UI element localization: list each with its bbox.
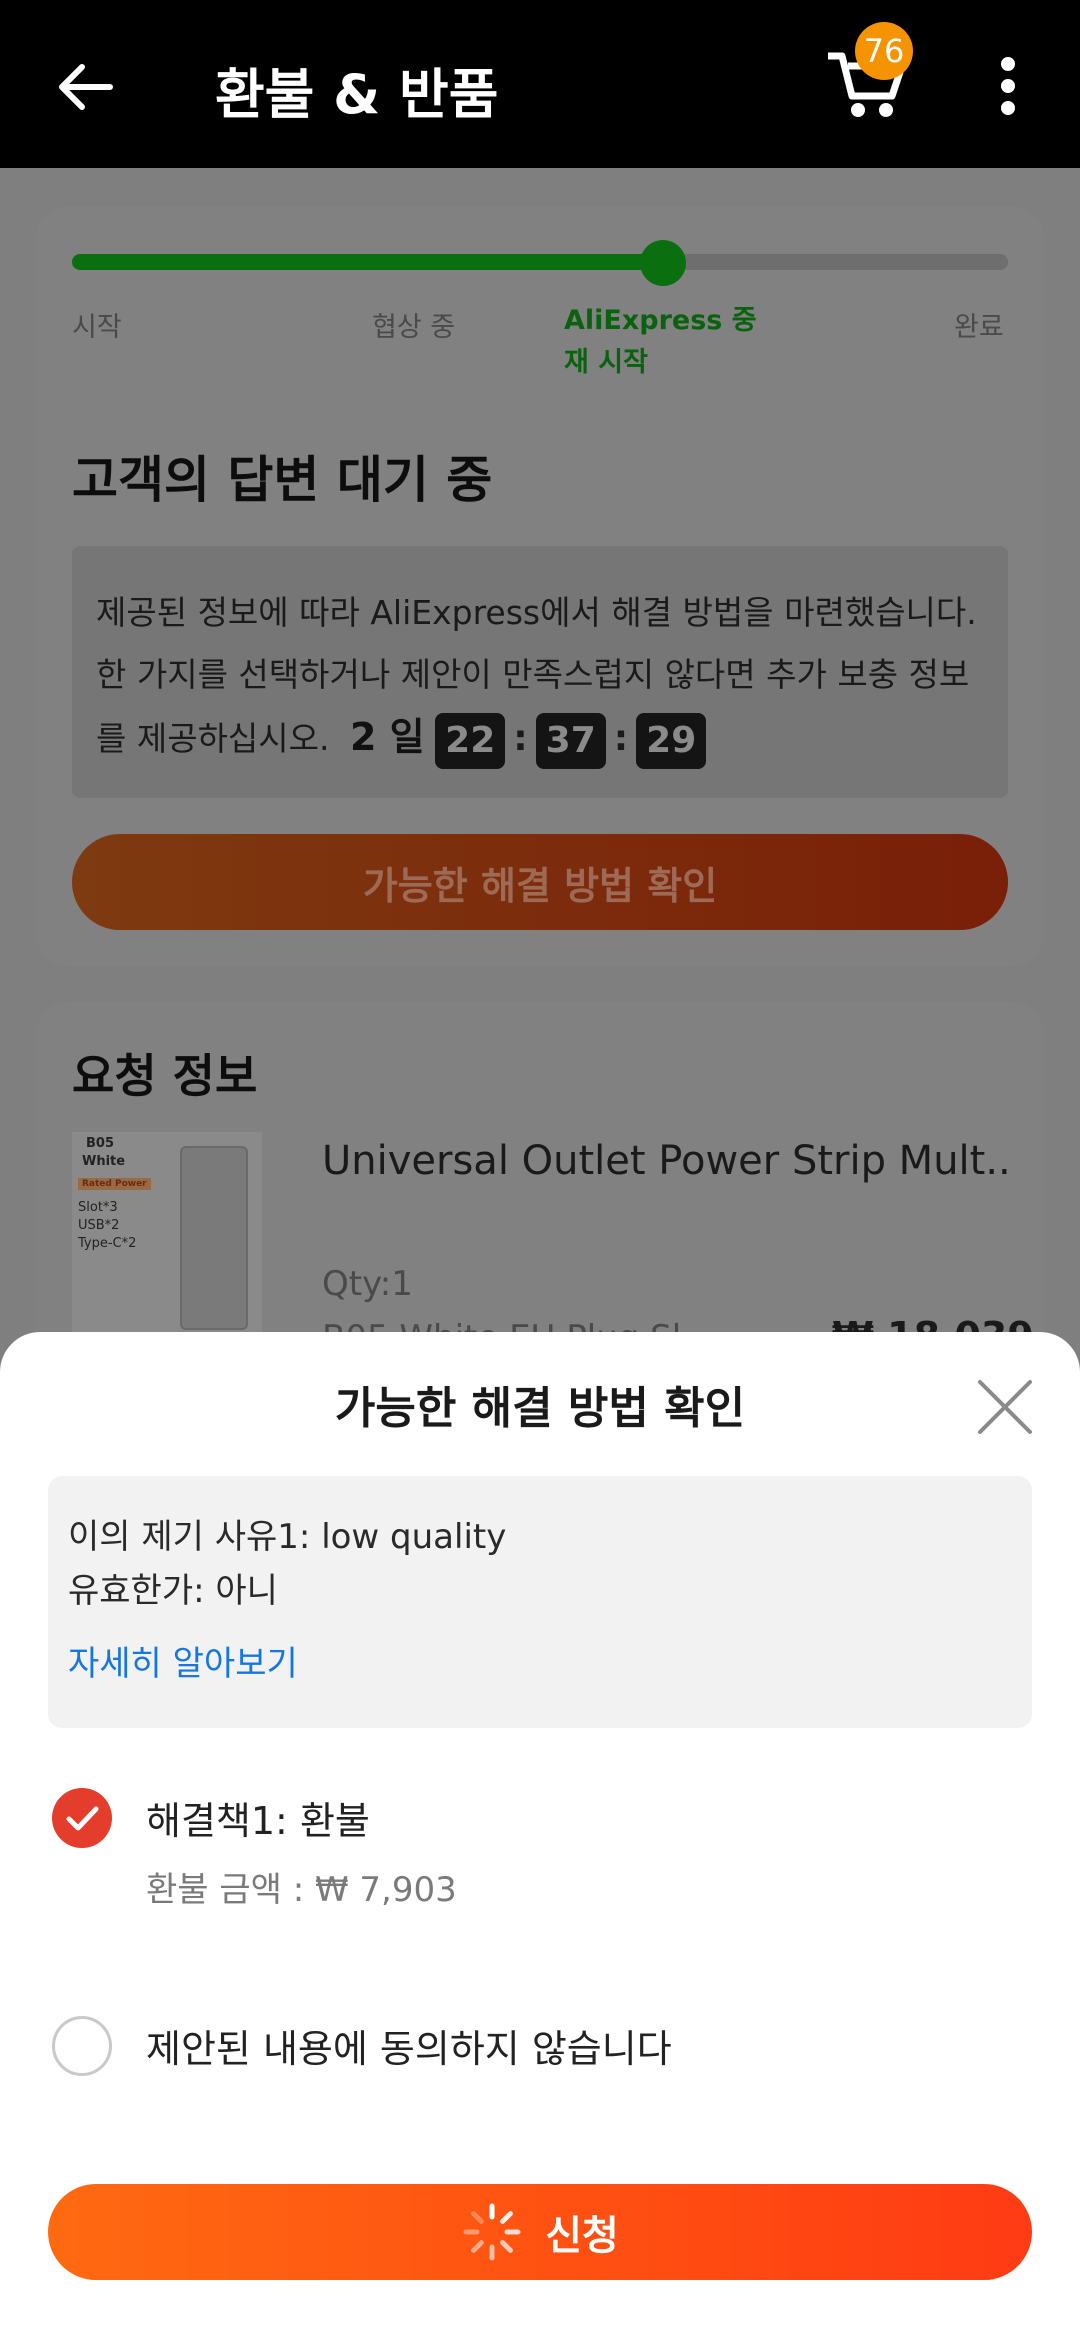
radio-unchecked-icon[interactable]: [52, 2016, 112, 2076]
submit-button[interactable]: 신청: [48, 2184, 1032, 2280]
countdown-minutes: 37: [535, 712, 606, 769]
dispute-reason: 이의 제기 사유1: low quality: [68, 1517, 507, 1557]
dispute-reason-box: 이의 제기 사유1: low quality 유효한가: 아니 자세히 알아보기: [48, 1476, 1032, 1728]
sheet-title: 가능한 해결 방법 확인: [334, 1383, 746, 1434]
progress-current-dot: [640, 240, 686, 286]
product-thumbnail[interactable]: B05 White Rated Power Slot*3 USB*2 Type-…: [72, 1132, 262, 1332]
status-title: 고객의 답변 대기 중: [72, 451, 493, 509]
back-arrow-icon[interactable]: [50, 52, 120, 122]
view-solutions-button[interactable]: 가능한 해결 방법 확인: [72, 834, 1008, 930]
step-arbitration: AliExpress 중 재 시작: [564, 305, 757, 378]
countdown-hours: 22: [435, 712, 506, 769]
option-refund-label: 해결책1: 환불: [146, 1799, 370, 1843]
step-complete: 완료: [954, 312, 1004, 343]
progress-fill: [72, 254, 664, 270]
dispute-validity: 유효한가: 아니: [68, 1571, 278, 1611]
refund-amount: 환불 금액 : ₩ 7,903: [146, 1870, 457, 1910]
option-disagree-label: 제안된 내용에 동의하지 않습니다: [146, 2027, 672, 2071]
request-info-title: 요청 정보: [72, 1049, 258, 1103]
step-negotiating: 협상 중: [372, 312, 456, 343]
step-start: 시작: [72, 312, 122, 343]
submit-label: 신청: [545, 2213, 619, 2259]
more-options-icon[interactable]: [998, 56, 1018, 116]
close-icon[interactable]: [974, 1376, 1036, 1438]
cart-count-badge: 76: [855, 22, 913, 80]
radio-checked-icon[interactable]: [52, 1788, 112, 1848]
top-app-bar: 환불 & 반품 76: [0, 0, 1080, 168]
loading-spinner-icon: [463, 2203, 521, 2261]
product-name[interactable]: Universal Outlet Power Strip Mult...: [322, 1138, 1012, 1184]
countdown-days: 2 일: [350, 715, 425, 759]
power-strip-image: [180, 1146, 248, 1330]
product-qty: Qty:1: [322, 1264, 413, 1304]
status-message-box: 제공된 정보에 따라 AliExpress에서 해결 방법을 마련했습니다. 한…: [72, 546, 1008, 798]
page-title: 환불 & 반품: [215, 63, 499, 126]
countdown-seconds: 29: [636, 712, 707, 769]
learn-more-link[interactable]: 자세히 알아보기: [68, 1636, 298, 1685]
